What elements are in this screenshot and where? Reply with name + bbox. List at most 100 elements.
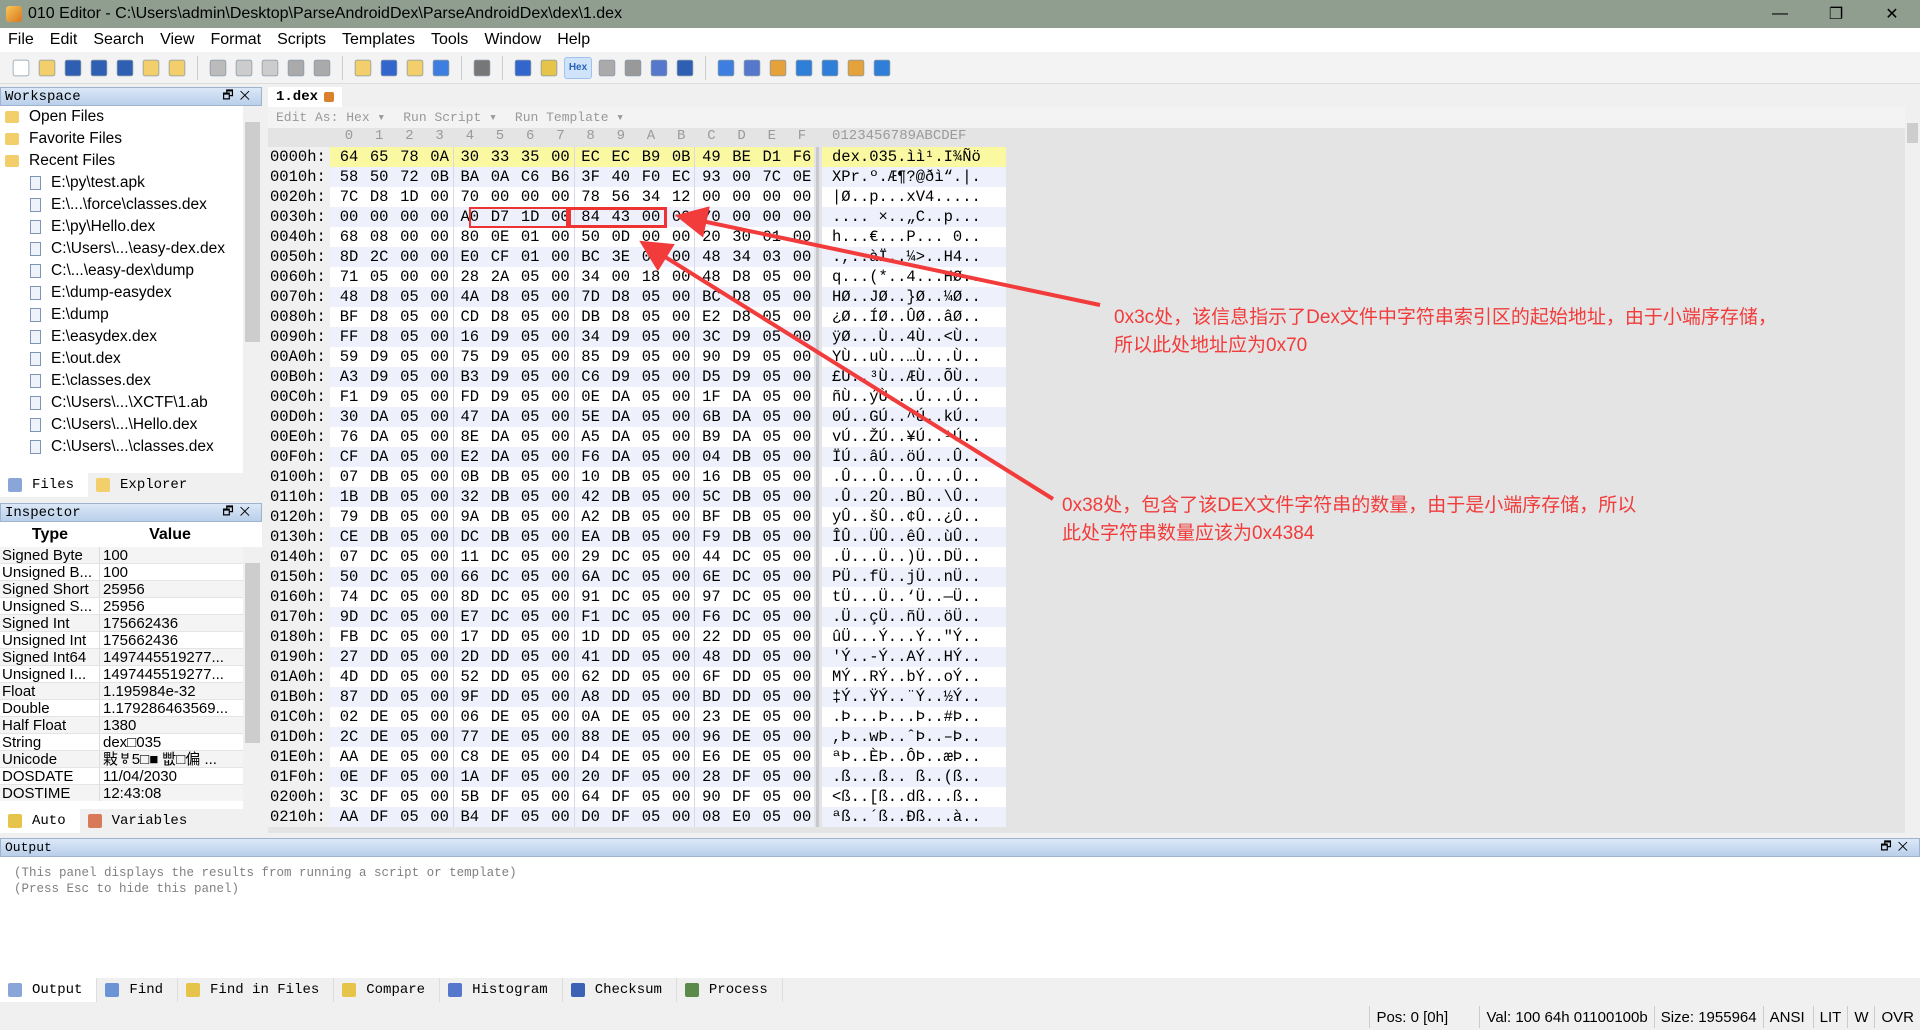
highlight-icon[interactable] xyxy=(540,59,558,76)
tab-compare[interactable]: Compare xyxy=(334,978,441,1002)
pilcrow-icon[interactable] xyxy=(624,59,642,76)
tab-files[interactable]: Files xyxy=(0,473,89,497)
base-converter-icon[interactable] xyxy=(873,59,891,76)
tab-explorer[interactable]: Explorer xyxy=(88,473,201,497)
recent-file-item[interactable]: E:\out.dex xyxy=(0,348,262,370)
menu-help[interactable]: Help xyxy=(549,31,598,49)
inspector-row[interactable]: DOSDATE 11/04/2030 xyxy=(0,768,262,785)
status-endian[interactable]: LIT xyxy=(1812,1006,1848,1028)
workspace-scrollbar[interactable] xyxy=(243,106,262,473)
recent-file-item[interactable]: E:\py\Hello.dex xyxy=(0,216,262,238)
paste-icon[interactable] xyxy=(261,59,279,76)
undo-icon[interactable] xyxy=(287,59,305,76)
inspector-row[interactable]: Unsigned I... 1497445519277... xyxy=(0,666,262,683)
inspector-row[interactable]: Double 1.179286463569... xyxy=(0,700,262,717)
close-button[interactable]: ✕ xyxy=(1864,0,1920,28)
goto-icon[interactable] xyxy=(432,59,450,76)
tab-checksum[interactable]: Checksum xyxy=(563,978,677,1002)
histogram-icon[interactable] xyxy=(821,59,839,76)
recent-file-item[interactable]: C:\Users\...\Hello.dex xyxy=(0,414,262,436)
percent-icon[interactable] xyxy=(795,59,813,76)
checksum-icon[interactable] xyxy=(847,59,865,76)
recent-file-item[interactable]: C:\Users\...\easy-dex.dex xyxy=(0,238,262,260)
inspector-row[interactable]: Signed Int64 1497445519277... xyxy=(0,649,262,666)
status-overwrite[interactable]: OVR xyxy=(1874,1006,1920,1028)
menu-scripts[interactable]: Scripts xyxy=(269,31,334,49)
recent-file-item[interactable]: E:\dump xyxy=(0,304,262,326)
inspector-row[interactable]: Float 1.195984e-32 xyxy=(0,683,262,700)
word-wrap-icon[interactable] xyxy=(598,59,616,76)
menu-file[interactable]: File xyxy=(0,31,42,49)
recent-file-item[interactable]: C:\...\easy-dex\dump xyxy=(0,260,262,282)
menu-search[interactable]: Search xyxy=(85,31,152,49)
file-label: C:\Users\...\classes.dex xyxy=(51,438,214,455)
inspector-row[interactable]: Signed Short 25956 xyxy=(0,581,262,598)
inspector-row[interactable]: Unsigned S... 25956 xyxy=(0,598,262,615)
recent-file-item[interactable]: C:\Users\...\classes.dex xyxy=(0,436,262,458)
menu-tools[interactable]: Tools xyxy=(423,31,476,49)
print-icon[interactable] xyxy=(473,59,491,76)
columns-icon[interactable] xyxy=(650,59,668,76)
inspector-row[interactable]: Half Float 1380 xyxy=(0,717,262,734)
inspector-row[interactable]: Unsigned Int 175662436 xyxy=(0,632,262,649)
font-icon[interactable] xyxy=(514,59,532,76)
maximize-button[interactable]: ❐ xyxy=(1808,0,1864,28)
template-icon[interactable] xyxy=(743,59,761,76)
copy-icon[interactable] xyxy=(235,59,253,76)
menu-view[interactable]: View xyxy=(152,31,202,49)
find-in-files-icon[interactable] xyxy=(406,59,424,76)
save-as-icon[interactable] xyxy=(90,59,108,76)
tab-histogram[interactable]: Histogram xyxy=(440,978,563,1002)
workspace-group[interactable]: Open Files xyxy=(0,106,262,128)
cut-icon[interactable] xyxy=(209,59,227,76)
panel-controls[interactable]: 🗗✕ xyxy=(1880,837,1919,858)
new-file-icon[interactable] xyxy=(12,59,30,76)
menu-templates[interactable]: Templates xyxy=(334,31,423,49)
save-icon[interactable] xyxy=(64,59,82,76)
minimize-button[interactable]: — xyxy=(1752,0,1808,28)
inspector-type: DOSDATE xyxy=(0,768,100,784)
replace-icon[interactable] xyxy=(380,59,398,76)
inspector-row[interactable]: DOSTIME 12:43:08 xyxy=(0,785,262,801)
recent-file-item[interactable]: E:\dump-easydex xyxy=(0,282,262,304)
tab-process[interactable]: Process xyxy=(677,978,783,1002)
recent-file-item[interactable]: C:\Users\...\XCTF\1.ab xyxy=(0,392,262,414)
inspector-scrollbar[interactable] xyxy=(243,547,262,809)
tab-find-in-files[interactable]: Find in Files xyxy=(178,978,335,1002)
recent-file-item[interactable]: E:\py\test.apk xyxy=(0,172,262,194)
compare-icon[interactable] xyxy=(769,59,787,76)
editor-scrollbar[interactable] xyxy=(1905,107,1920,833)
panel-controls[interactable]: 🗗✕ xyxy=(222,502,261,523)
inspector-row[interactable]: Unsigned B... 100 xyxy=(0,564,262,581)
menu-format[interactable]: Format xyxy=(202,31,269,49)
menu-window[interactable]: Window xyxy=(476,31,549,49)
column-value[interactable]: Value xyxy=(100,526,240,544)
inspector-row[interactable]: Signed Int 175662436 xyxy=(0,615,262,632)
recent-file-item[interactable]: E:\easydex.dex xyxy=(0,326,262,348)
panel-controls[interactable]: 🗗✕ xyxy=(222,86,261,107)
calculator-icon[interactable] xyxy=(717,59,735,76)
tab-output[interactable]: Output xyxy=(0,978,98,1002)
recent-file-item[interactable]: E:\classes.dex xyxy=(0,370,262,392)
status-width[interactable]: W xyxy=(1847,1006,1874,1028)
menu-edit[interactable]: Edit xyxy=(42,31,86,49)
redo-icon[interactable] xyxy=(313,59,331,76)
status-encoding[interactable]: ANSI xyxy=(1762,1006,1813,1028)
tab-auto[interactable]: Auto xyxy=(0,809,80,833)
column-type[interactable]: Type xyxy=(0,526,100,544)
save-all-icon[interactable] xyxy=(116,59,134,76)
open-file-icon[interactable] xyxy=(38,59,56,76)
close-icon[interactable] xyxy=(168,59,186,76)
inspector-row[interactable]: String dex□035 xyxy=(0,734,262,751)
workspace-group[interactable]: Favorite Files xyxy=(0,128,262,150)
tab-find[interactable]: Find xyxy=(97,978,179,1002)
recent-file-item[interactable]: E:\...\force\classes.dex xyxy=(0,194,262,216)
workspace-group[interactable]: Recent Files xyxy=(0,150,262,172)
binary-icon[interactable] xyxy=(676,59,694,76)
find-icon[interactable] xyxy=(354,59,372,76)
inspector-row[interactable]: Signed Byte 100 xyxy=(0,547,262,564)
tab-variables[interactable]: Variables xyxy=(80,809,202,833)
hex-mode-icon[interactable]: Hex xyxy=(564,56,592,79)
open-folder-icon[interactable] xyxy=(142,59,160,76)
inspector-row[interactable]: Unicode 敤ㅸ5□■ 빲□偏 ... xyxy=(0,751,262,768)
